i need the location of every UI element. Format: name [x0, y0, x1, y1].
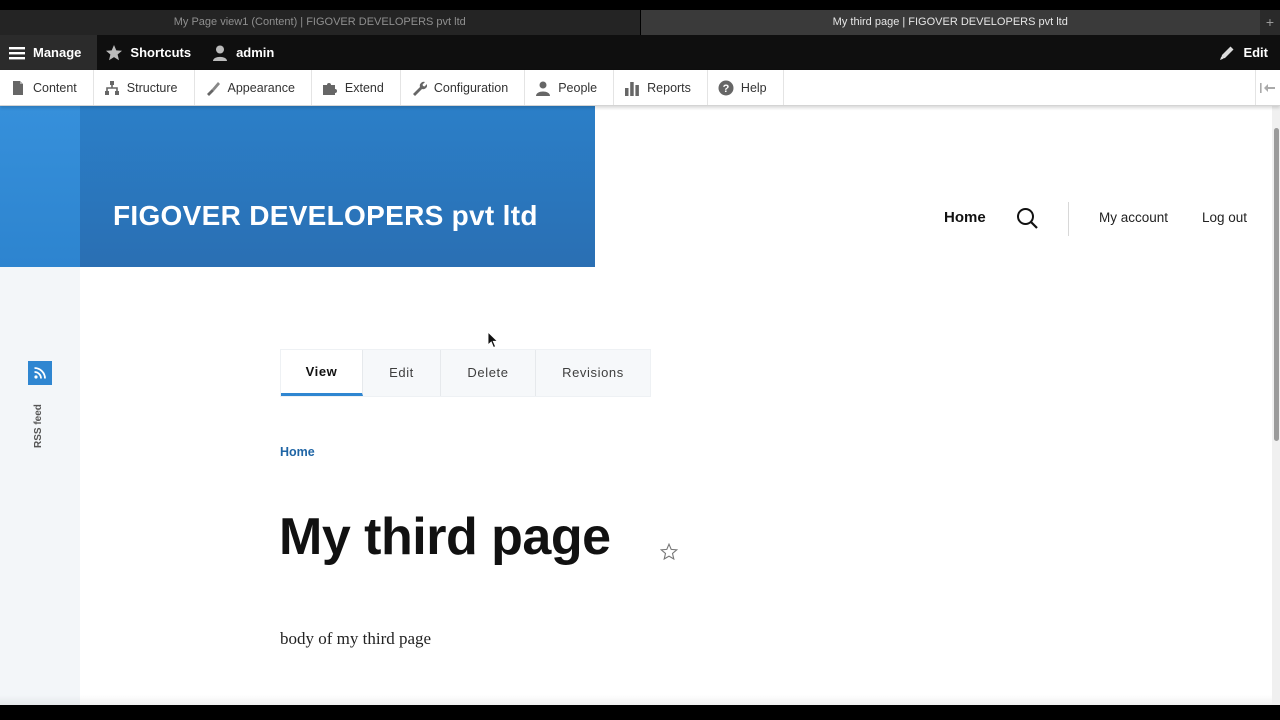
menu-item-label: Configuration [433, 80, 509, 95]
search-icon[interactable] [1016, 207, 1038, 229]
wrench-icon [412, 81, 427, 96]
new-tab-button[interactable]: + [1260, 10, 1280, 35]
arrow-left-icon [1260, 82, 1275, 93]
local-tasks-tabs: View Edit Delete Revisions [280, 349, 651, 397]
tab-edit[interactable]: Edit [363, 350, 441, 396]
menu-item-label: Help [740, 80, 767, 95]
user-label: admin [236, 45, 275, 60]
user-button[interactable]: admin [203, 35, 286, 70]
browser-tab-bar: My Page view1 (Content) | FIGOVER DEVELO… [0, 10, 1280, 35]
browser-window: My Page view1 (Content) | FIGOVER DEVELO… [0, 0, 1280, 720]
tab-revisions[interactable]: Revisions [536, 350, 650, 396]
shortcuts-label: Shortcuts [130, 45, 192, 60]
menu-item-label: Structure [126, 80, 178, 95]
my-account-link[interactable]: My account [1099, 210, 1168, 225]
page-content: FIGOVER DEVELOPERS pvt ltd Home My accou… [0, 105, 1272, 705]
menu-item-label: Content [33, 80, 77, 95]
site-name[interactable]: FIGOVER DEVELOPERS pvt ltd [113, 200, 538, 232]
menu-item-extend[interactable]: Extend [312, 70, 401, 105]
menu-item-label: Reports [647, 80, 691, 95]
shortcuts-button[interactable]: Shortcuts [97, 35, 203, 70]
site-branding [0, 105, 595, 267]
menu-item-reports[interactable]: Reports [614, 70, 708, 105]
menu-item-content[interactable]: Content [0, 70, 94, 105]
rss-feed-button[interactable] [28, 361, 52, 385]
menu-item-label: Extend [344, 80, 384, 95]
star-icon[interactable] [660, 543, 678, 561]
admin-menu-tray: Content Structure Appearance Extend Conf… [0, 70, 1280, 106]
structure-icon [104, 80, 119, 95]
rss-icon [34, 367, 46, 379]
scrollbar-thumb[interactable] [1274, 128, 1279, 441]
nav-divider [1068, 202, 1069, 236]
people-icon [536, 81, 551, 96]
browser-tab-2[interactable]: My third page | FIGOVER DEVELOPERS pvt l… [640, 10, 1261, 35]
manage-label: Manage [33, 45, 82, 60]
menu-item-configuration[interactable]: Configuration [401, 70, 526, 105]
admin-toolbar: Manage Shortcuts admin Edit [0, 35, 1280, 70]
help-icon: ? [718, 80, 734, 95]
page-title: My third page [279, 508, 611, 566]
edit-label: Edit [1243, 45, 1268, 60]
menu-icon [9, 46, 25, 59]
header-blue-left [0, 105, 80, 267]
menu-item-label: People [558, 80, 598, 95]
brush-icon [206, 81, 220, 96]
menu-item-appearance[interactable]: Appearance [195, 70, 312, 105]
mouse-cursor-icon [487, 331, 499, 349]
log-out-link[interactable]: Log out [1202, 210, 1247, 225]
bar-chart-icon [625, 81, 640, 96]
menu-item-structure[interactable]: Structure [94, 70, 195, 105]
breadcrumb-home[interactable]: Home [280, 445, 315, 459]
manage-button[interactable]: Manage [0, 35, 98, 70]
menu-item-label: Appearance [227, 80, 295, 95]
bottom-shadow [0, 695, 1272, 705]
bottom-bar [0, 705, 1280, 720]
tab-delete[interactable]: Delete [441, 350, 536, 396]
svg-text:?: ? [723, 83, 730, 95]
tab-view[interactable]: View [281, 350, 363, 396]
puzzle-icon [322, 82, 337, 95]
star-icon [106, 44, 123, 60]
node-body: body of my third page [280, 629, 432, 648]
menu-item-help[interactable]: ? Help [708, 70, 784, 105]
tray-orientation-toggle[interactable] [1255, 70, 1280, 105]
pencil-icon [1220, 46, 1234, 60]
browser-tab-1[interactable]: My Page view1 (Content) | FIGOVER DEVELO… [0, 10, 641, 35]
rss-feed-label[interactable]: RSS feed [33, 404, 44, 448]
user-icon [213, 45, 228, 61]
main-nav-home[interactable]: Home [944, 209, 986, 226]
file-icon [13, 80, 23, 95]
edit-toggle-button[interactable]: Edit [1210, 35, 1280, 70]
menu-item-people[interactable]: People [525, 70, 615, 105]
